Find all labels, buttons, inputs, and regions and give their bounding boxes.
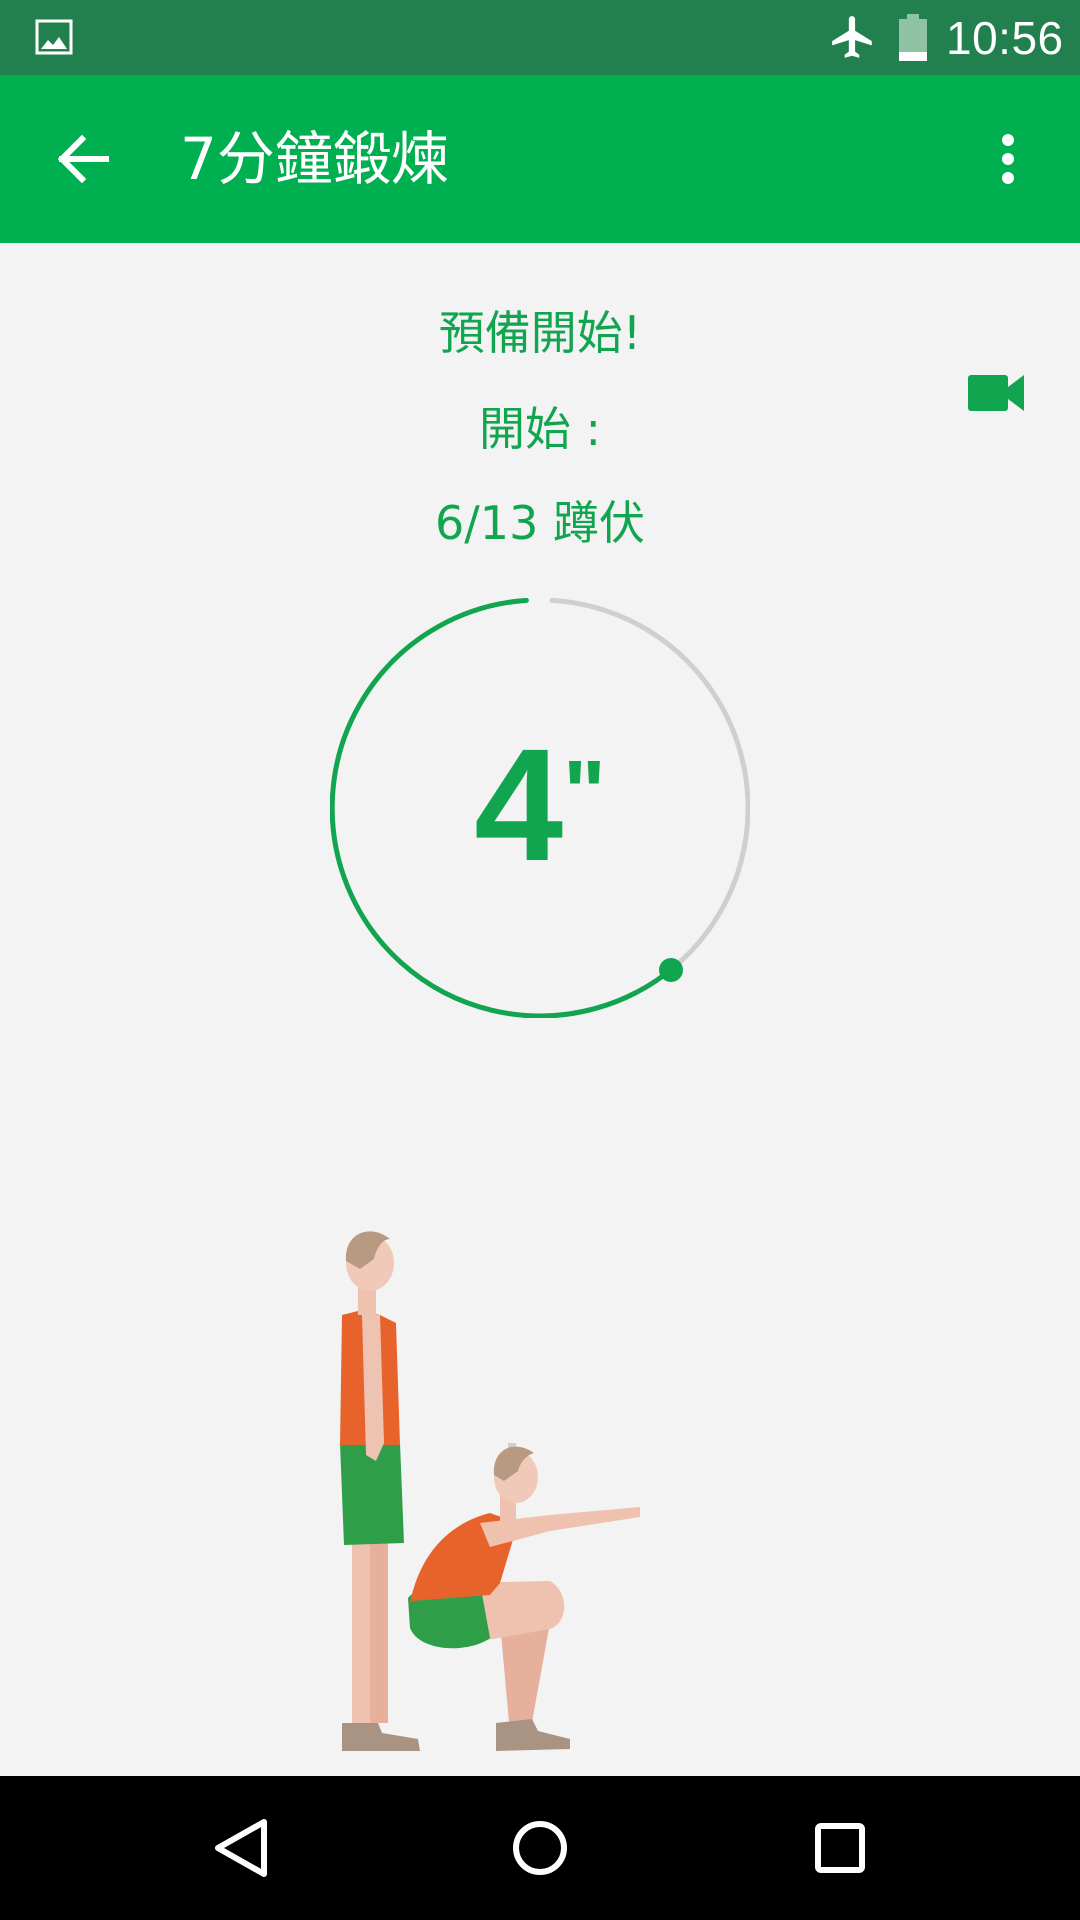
battery-icon xyxy=(899,14,927,61)
more-vert-icon[interactable] xyxy=(978,124,1038,194)
system-nav-bar xyxy=(0,1776,1080,1920)
countdown-timer: 4" xyxy=(329,597,751,1019)
back-triangle-icon[interactable] xyxy=(200,1808,280,1888)
timer-value: 4" xyxy=(330,720,750,890)
airplane-icon xyxy=(832,16,872,58)
timer-progress-knob xyxy=(659,958,683,982)
workout-main: 預備開始! 開始 : 6/13 蹲伏 4" xyxy=(0,243,1080,1776)
timer-number: 4 xyxy=(474,715,564,894)
page-title: 7分鐘鍛煉 xyxy=(180,125,449,193)
standing-figure xyxy=(340,1231,420,1751)
squat-exercise-illustration xyxy=(340,1231,640,1751)
ready-label: 預備開始! xyxy=(438,306,642,360)
home-circle-icon[interactable] xyxy=(500,1808,580,1888)
recents-square-icon[interactable] xyxy=(800,1808,880,1888)
squat-figure xyxy=(408,1446,640,1751)
status-bar: 10:56 xyxy=(0,0,1080,75)
status-time: 10:56 xyxy=(946,12,1064,64)
app-toolbar: 7分鐘鍛煉 xyxy=(0,75,1080,243)
timer-unit: " xyxy=(563,743,606,843)
video-camera-icon[interactable] xyxy=(966,371,1028,415)
exercise-label: 6/13 蹲伏 xyxy=(435,496,645,550)
start-label: 開始 : xyxy=(478,402,602,456)
arrow-back-icon[interactable] xyxy=(48,124,118,194)
image-icon xyxy=(35,19,73,55)
